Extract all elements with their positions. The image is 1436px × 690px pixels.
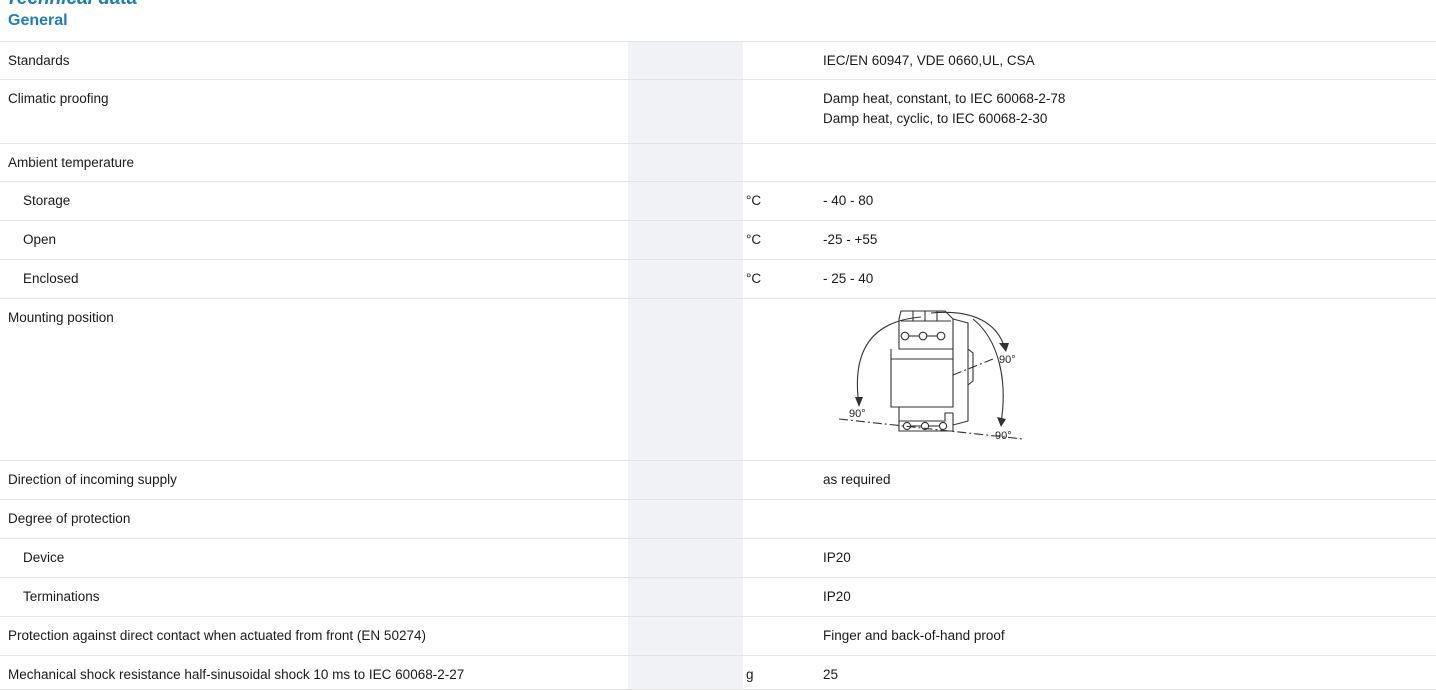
row-unit (743, 299, 815, 460)
row-unit: °C (746, 193, 762, 208)
row-unit: g (746, 667, 754, 682)
row-label: Mechanical shock resistance half-sinusoi… (8, 667, 465, 682)
row-value: IP20 (823, 589, 851, 604)
row-unit: °C (746, 232, 762, 247)
row-label: Device (23, 550, 65, 565)
table-row: Degree of protection (0, 499, 1436, 538)
row-label: Mounting position (8, 310, 114, 325)
spec-table: Standards IEC/EN 60947, VDE 0660,UL, CSA… (0, 41, 1436, 690)
row-unit (743, 578, 815, 616)
row-label: Climatic proofing (8, 91, 109, 106)
table-row: Climatic proofing Damp heat, constant, t… (0, 79, 1436, 143)
row-label: Storage (23, 193, 71, 208)
row-value: - 40 - 80 (823, 193, 874, 208)
row-unit (743, 461, 815, 499)
table-row: Direction of incoming supply as required (0, 460, 1436, 499)
row-label: Open (23, 232, 57, 247)
row-unit: °C (746, 271, 762, 286)
table-row: Mechanical shock resistance half-sinusoi… (0, 655, 1436, 690)
table-row: Ambient temperature (0, 143, 1436, 181)
row-unit (743, 42, 815, 79)
angle-label-right-bottom: 90° (995, 430, 1012, 442)
row-unit (743, 500, 815, 538)
row-unit (743, 80, 815, 143)
angle-label-right-top: 90° (999, 354, 1016, 366)
row-value (815, 500, 1436, 538)
row-value: 25 (823, 667, 839, 682)
row-unit (743, 617, 815, 655)
row-value: - 25 - 40 (823, 271, 874, 286)
mounting-position-diagram: 90° 90° 90° (838, 310, 1024, 442)
row-unit (743, 144, 815, 181)
row-label: Standards (8, 53, 70, 68)
row-label: Ambient temperature (8, 155, 135, 170)
row-value: Damp heat, constant, to IEC 60068-2-78 D… (823, 91, 1066, 126)
row-label: Degree of protection (8, 511, 131, 526)
table-row: Open °C -25 - +55 (0, 220, 1436, 259)
row-label: Terminations (23, 589, 100, 604)
row-label: Direction of incoming supply (8, 472, 177, 487)
row-value (815, 144, 1436, 181)
row-label: Enclosed (23, 271, 79, 286)
row-value: Finger and back-of-hand proof (823, 628, 1005, 643)
row-unit (743, 539, 815, 577)
row-value: -25 - +55 (823, 232, 878, 247)
table-row: Terminations IP20 (0, 577, 1436, 616)
page-heading: Technical data (6, 0, 137, 9)
row-label: Protection against direct contact when a… (8, 628, 426, 643)
table-row: Mounting position 90° 90° 90° (0, 298, 1436, 460)
angle-label-left: 90° (849, 408, 866, 420)
row-value: 90° 90° 90° (815, 299, 1436, 460)
row-value: IP20 (823, 550, 851, 565)
table-row: Standards IEC/EN 60947, VDE 0660,UL, CSA (0, 41, 1436, 79)
row-value: as required (823, 472, 891, 487)
table-row: Enclosed °C - 25 - 40 (0, 259, 1436, 298)
row-value: IEC/EN 60947, VDE 0660,UL, CSA (823, 53, 1035, 68)
table-row: Protection against direct contact when a… (0, 616, 1436, 655)
table-row: Storage °C - 40 - 80 (0, 181, 1436, 220)
table-row: Device IP20 (0, 538, 1436, 577)
section-title: General (8, 12, 68, 29)
